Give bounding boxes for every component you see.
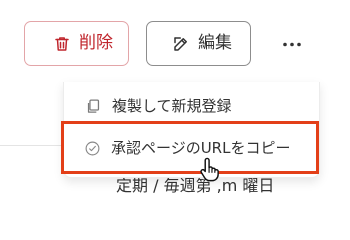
ellipsis-icon <box>283 42 301 46</box>
page: 削除 編集 複製して新規登録 承認ページのURLをコピー 定期 / 毎週第 ,m… <box>0 0 350 215</box>
more-options-button[interactable] <box>271 23 313 65</box>
menu-item-copy-approval-url[interactable]: 承認ページのURLをコピー <box>84 140 290 157</box>
edit-button[interactable]: 編集 <box>146 21 251 66</box>
more-options-menu: 複製して新規登録 承認ページのURLをコピー <box>63 82 320 178</box>
schedule-text: 定期 / 毎週第 ,m 曜日 <box>116 176 275 195</box>
menu-item-duplicate[interactable]: 複製して新規登録 <box>85 98 232 115</box>
trash-icon <box>55 36 69 51</box>
menu-item-copy-approval-url-label: 承認ページのURLをコピー <box>111 139 291 157</box>
delete-button-label: 削除 <box>79 33 113 53</box>
edit-button-label: 編集 <box>198 33 232 53</box>
hand-cursor-icon <box>200 157 219 182</box>
copy-icon <box>87 99 100 113</box>
check-circle-icon <box>85 141 100 156</box>
delete-button[interactable]: 削除 <box>24 21 129 66</box>
edit-icon <box>174 36 187 51</box>
menu-item-duplicate-label: 複製して新規登録 <box>112 97 232 115</box>
